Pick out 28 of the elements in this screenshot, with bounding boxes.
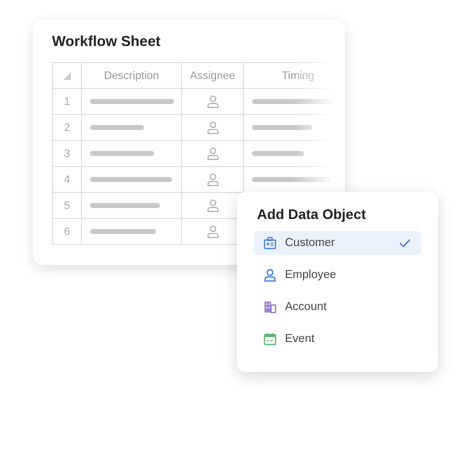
menu-item[interactable]: Event: [254, 327, 421, 351]
check-icon: [399, 238, 411, 248]
row-number: 4: [52, 166, 82, 192]
text-placeholder: [90, 203, 160, 208]
menu-item[interactable]: Employee: [254, 263, 421, 287]
menu-title: Add Data Object: [257, 206, 367, 222]
menu-item[interactable]: Customer: [254, 231, 421, 255]
row-number: 1: [52, 88, 82, 114]
person-icon: [206, 173, 218, 186]
row-number: 6: [52, 218, 82, 244]
row-number: 5: [52, 192, 82, 218]
text-placeholder: [252, 151, 304, 156]
person-icon: [206, 199, 218, 212]
text-placeholder: [90, 229, 156, 234]
person-icon: [206, 95, 218, 108]
corner-icon: [63, 72, 71, 80]
menu-item[interactable]: Account: [254, 295, 421, 319]
column-header: Assignee: [182, 62, 244, 88]
person-icon: [206, 121, 218, 134]
column-header: Description: [82, 62, 182, 88]
sheet-title: Workflow Sheet: [52, 34, 162, 50]
text-placeholder: [252, 125, 312, 130]
row-number: 3: [52, 140, 82, 166]
text-placeholder: [90, 125, 144, 130]
person-icon: [206, 225, 218, 238]
person-icon: [206, 147, 218, 160]
text-placeholder: [90, 151, 154, 156]
row-number: 2: [52, 114, 82, 140]
